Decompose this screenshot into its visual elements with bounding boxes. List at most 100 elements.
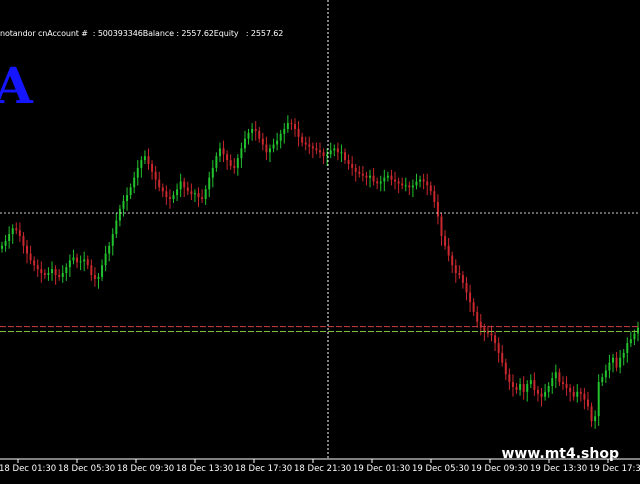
candle-body bbox=[108, 245, 111, 254]
candle bbox=[304, 136, 307, 151]
candle-body bbox=[208, 177, 211, 190]
candle bbox=[215, 152, 218, 172]
candle bbox=[333, 144, 336, 157]
candle bbox=[158, 171, 161, 192]
candle bbox=[43, 269, 46, 279]
candle bbox=[272, 138, 275, 153]
price-chart[interactable]: 18 Dec 01:30 18 Dec 05:30 18 Dec 09:30 18 D… bbox=[0, 0, 640, 480]
candle bbox=[319, 142, 321, 159]
candle bbox=[283, 123, 286, 144]
candle-body bbox=[515, 386, 518, 390]
candle bbox=[597, 374, 600, 426]
candle bbox=[290, 119, 293, 130]
candle bbox=[451, 251, 454, 274]
candle-body bbox=[8, 234, 11, 241]
candle-body bbox=[68, 260, 71, 268]
candle-body bbox=[258, 130, 261, 139]
time-tick-label: 19 Dec 05:30 bbox=[412, 464, 469, 474]
candle bbox=[526, 380, 529, 402]
candle bbox=[454, 259, 457, 283]
candle bbox=[415, 173, 418, 190]
candle-body bbox=[286, 123, 289, 129]
candle-body bbox=[236, 158, 239, 168]
candle-body bbox=[415, 181, 418, 186]
candle bbox=[458, 265, 461, 279]
candle bbox=[108, 241, 111, 262]
candle bbox=[251, 123, 254, 141]
candle-body bbox=[601, 377, 604, 383]
candle bbox=[129, 183, 132, 200]
candle-body bbox=[558, 372, 561, 383]
watermark-text: www.mt4.shop bbox=[501, 446, 619, 462]
candle-body bbox=[379, 181, 382, 184]
candle-body bbox=[72, 257, 75, 261]
candle-body bbox=[554, 372, 557, 379]
candle bbox=[394, 171, 397, 190]
candle-body bbox=[215, 156, 218, 168]
candle-body bbox=[411, 185, 414, 188]
candle bbox=[208, 171, 211, 198]
candle bbox=[558, 368, 561, 386]
candle-body bbox=[622, 352, 625, 358]
candle-body bbox=[436, 201, 439, 217]
candle-body bbox=[168, 197, 171, 200]
candle bbox=[565, 376, 568, 396]
candle-body bbox=[565, 384, 568, 388]
candle bbox=[419, 175, 422, 188]
candle-body bbox=[197, 193, 200, 198]
candle bbox=[22, 232, 25, 254]
candle bbox=[351, 156, 354, 176]
candle-body bbox=[483, 327, 486, 332]
candles-layer bbox=[1, 115, 639, 429]
candle bbox=[286, 115, 289, 133]
candle-body bbox=[43, 273, 46, 275]
candle bbox=[143, 150, 146, 164]
candle bbox=[243, 130, 246, 153]
candle bbox=[168, 189, 171, 209]
candle bbox=[515, 383, 518, 394]
candle-body bbox=[351, 164, 354, 168]
candle bbox=[511, 374, 514, 397]
candle bbox=[508, 368, 511, 390]
candle bbox=[115, 212, 118, 238]
candle bbox=[111, 228, 114, 256]
candle bbox=[268, 144, 271, 163]
candle bbox=[622, 349, 625, 366]
candle-body bbox=[376, 181, 379, 184]
candle-body bbox=[511, 382, 514, 387]
candle-body bbox=[172, 195, 175, 200]
candle bbox=[276, 132, 279, 151]
candle bbox=[626, 337, 629, 363]
candle-body bbox=[261, 138, 264, 145]
candle-body bbox=[583, 393, 586, 400]
candle-body bbox=[126, 195, 129, 201]
candle bbox=[93, 267, 96, 287]
candle-body bbox=[604, 370, 607, 378]
candle-body bbox=[519, 384, 522, 390]
candle-body bbox=[83, 259, 86, 262]
candle-body bbox=[129, 187, 132, 196]
candle-body bbox=[311, 146, 314, 149]
candle bbox=[51, 261, 54, 281]
candle bbox=[247, 128, 250, 145]
candle bbox=[183, 177, 186, 198]
candle bbox=[179, 173, 182, 198]
candle-body bbox=[551, 378, 554, 386]
candle-body bbox=[201, 197, 204, 200]
candle-body bbox=[615, 357, 618, 368]
candle-body bbox=[65, 267, 68, 274]
candlestick-chart[interactable]: 18 Dec 01:30 18 Dec 05:30 18 Dec 09:30 18 D… bbox=[0, 0, 640, 480]
candle-body bbox=[36, 265, 39, 270]
candle-body bbox=[365, 175, 368, 178]
candle bbox=[608, 354, 611, 379]
candle bbox=[529, 374, 532, 388]
candle bbox=[101, 259, 104, 281]
candle-body bbox=[461, 275, 464, 283]
candle-body bbox=[58, 275, 61, 277]
candle-body bbox=[619, 357, 622, 368]
candle-body bbox=[33, 260, 36, 266]
candle-body bbox=[361, 173, 364, 176]
candle-body bbox=[340, 152, 343, 154]
candle-body bbox=[333, 148, 336, 151]
candle bbox=[297, 121, 300, 147]
